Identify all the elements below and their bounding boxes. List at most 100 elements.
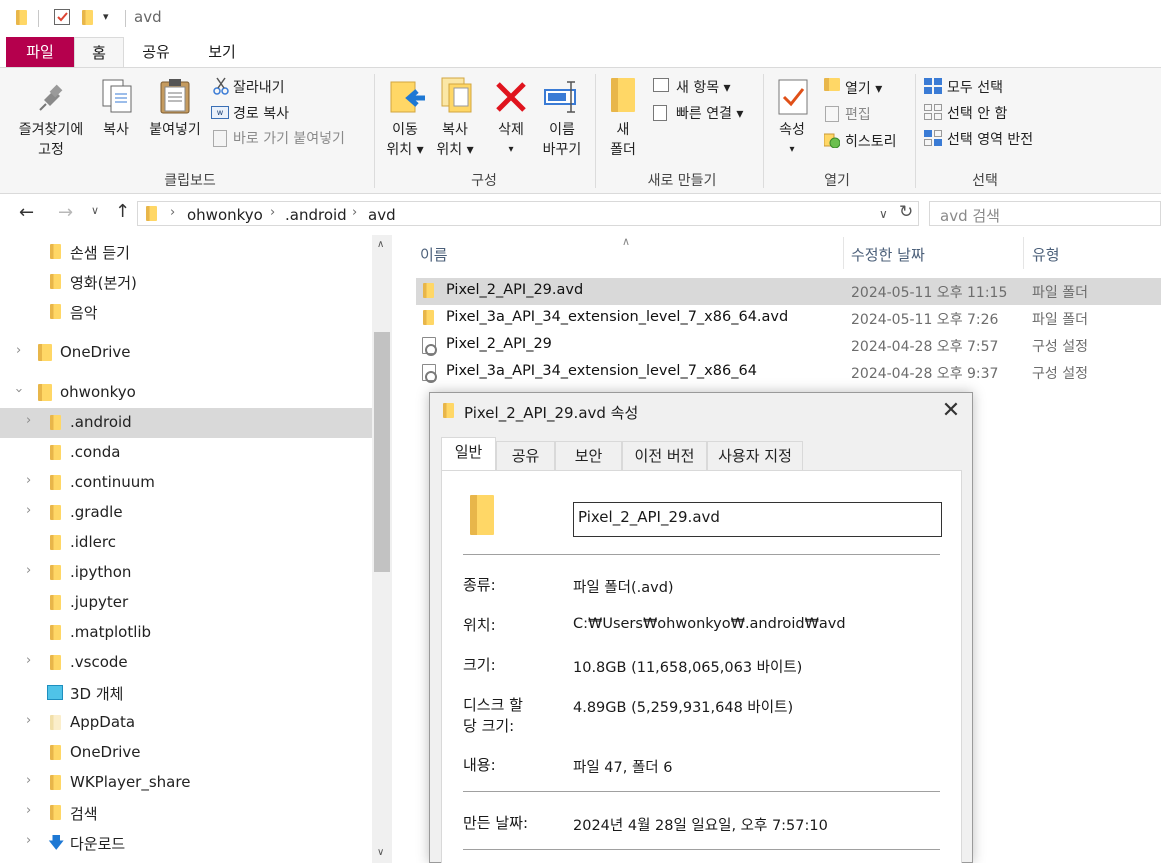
column-header-name[interactable]: 이름 [420, 244, 448, 265]
tab-customize[interactable]: 사용자 지정 [707, 441, 803, 470]
crumb-separator-icon: › [170, 205, 176, 220]
recent-locations-chevron-icon[interactable]: ∨ [91, 204, 99, 217]
address-dropdown-chevron-icon[interactable]: ∨ [879, 207, 888, 221]
nav-item-movies[interactable]: 영화(본거) [0, 267, 372, 297]
history-button[interactable]: 히스토리 [845, 131, 897, 151]
column-header-type[interactable]: 유형 [1032, 244, 1060, 265]
tab-view[interactable]: 보기 [188, 37, 256, 67]
nav-item-gradle[interactable]: › .gradle [0, 498, 372, 528]
nav-item-onedrive[interactable]: › OneDrive [0, 338, 372, 368]
expand-chevron-icon[interactable]: › [26, 713, 31, 728]
copy-button[interactable]: 복사 [96, 120, 136, 140]
select-all-button[interactable]: 모두 선택 [947, 77, 1003, 97]
properties-dropdown-icon[interactable]: ▾ [771, 140, 813, 160]
nav-item-label: 검색 [70, 805, 98, 823]
properties-quick-icon[interactable] [54, 9, 70, 25]
column-divider[interactable] [1023, 237, 1024, 269]
new-folder-button[interactable]: 새 폴더 [602, 120, 644, 160]
expand-chevron-icon[interactable]: › [26, 833, 31, 848]
nav-item-wkplayer-share[interactable]: › WKPlayer_share [0, 768, 372, 798]
breadcrumb-android[interactable]: .android [285, 206, 347, 224]
breadcrumb-avd[interactable]: avd [368, 206, 396, 224]
nav-item-ipython[interactable]: › .ipython [0, 558, 372, 588]
properties-button[interactable]: 속성 ▾ [771, 120, 813, 160]
nav-item-continuum[interactable]: › .continuum [0, 468, 372, 498]
nav-item-3d-objects[interactable]: 3D 개체 [0, 678, 372, 708]
invert-selection-icon [924, 130, 942, 150]
rename-button[interactable]: 이름 바꾸기 [534, 120, 590, 160]
move-to-button[interactable]: 이동 위치 ▾ [378, 120, 432, 160]
expand-chevron-icon[interactable]: › [26, 473, 31, 488]
folder-icon [50, 625, 61, 640]
expand-chevron-icon[interactable]: › [26, 563, 31, 578]
nav-scrollbar-thumb[interactable] [374, 332, 390, 572]
cut-button[interactable]: 잘라내기 [233, 77, 285, 97]
expand-chevron-icon[interactable]: › [26, 653, 31, 668]
folder-name-input[interactable]: Pixel_2_API_29.avd [573, 502, 942, 537]
column-header-modified[interactable]: 수정한 날짜 [851, 244, 925, 265]
nav-item-searches[interactable]: › 검색 [0, 798, 372, 828]
nav-item-idlerc[interactable]: .idlerc [0, 528, 372, 558]
forward-arrow-icon[interactable]: → [58, 202, 73, 223]
folder-icon [146, 206, 157, 221]
tab-previous-versions[interactable]: 이전 버전 [622, 441, 707, 470]
expand-chevron-icon[interactable]: › [16, 343, 21, 358]
nav-item-jupyter[interactable]: .jupyter [0, 588, 372, 618]
tab-file[interactable]: 파일 [6, 37, 74, 67]
nav-item-appdata[interactable]: › AppData [0, 708, 372, 738]
expand-chevron-icon[interactable]: › [26, 413, 31, 428]
expand-chevron-icon[interactable]: › [26, 803, 31, 818]
new-folder-quick-icon[interactable] [82, 10, 93, 25]
crumb-separator-icon[interactable]: › [352, 205, 357, 220]
scroll-up-icon[interactable]: ∧ [377, 239, 384, 250]
up-arrow-icon[interactable]: ↑ [115, 201, 130, 222]
delete-button[interactable]: 삭제 ▾ [490, 120, 532, 160]
paste-button[interactable]: 붙여넣기 [142, 120, 208, 140]
file-row[interactable]: Pixel_3a_API_34_extension_level_7_x86_64… [416, 359, 1161, 386]
nav-item-label: 음악 [70, 304, 98, 322]
select-none-button[interactable]: 선택 안 함 [947, 103, 1007, 123]
copy-icon [101, 78, 135, 118]
copy-to-button[interactable]: 복사 위치 ▾ [428, 120, 482, 160]
nav-item-conda[interactable]: .conda [0, 438, 372, 468]
invert-selection-button[interactable]: 선택 영역 반전 [947, 129, 1033, 149]
nav-item-onedrive-local[interactable]: OneDrive [0, 738, 372, 768]
file-row[interactable]: Pixel_2_API_29.avd 2024-05-11 오후 11:15 파… [416, 278, 1161, 305]
tab-security[interactable]: 보안 [555, 441, 622, 470]
easy-access-button[interactable]: 빠른 연결 ▾ [676, 103, 743, 123]
tab-share[interactable]: 공유 [124, 37, 188, 67]
expand-chevron-icon[interactable]: › [26, 773, 31, 788]
open-button[interactable]: 열기 ▾ [845, 78, 882, 98]
nav-item-label: 다운로드 [70, 835, 126, 853]
refresh-icon[interactable]: ↻ [899, 202, 913, 222]
nav-item-music[interactable]: 음악 [0, 297, 372, 327]
scroll-down-icon[interactable]: ∨ [377, 847, 384, 858]
crumb-separator-icon[interactable]: › [270, 205, 275, 220]
file-row[interactable]: Pixel_2_API_29 2024-04-28 오후 7:57 구성 설정 [416, 332, 1161, 359]
nav-item-vscode[interactable]: › .vscode [0, 648, 372, 678]
nav-item-downloads[interactable]: › 🡇 다운로드 [0, 828, 372, 858]
breadcrumb-ohwonkyo[interactable]: ohwonkyo [187, 206, 263, 224]
close-button[interactable]: ✕ [933, 397, 969, 427]
tab-home[interactable]: 홈 [74, 37, 124, 68]
column-divider[interactable] [843, 237, 844, 269]
paste-shortcut-button[interactable]: 바로 가기 붙여넣기 [233, 128, 345, 148]
collapse-chevron-icon[interactable]: › [11, 388, 26, 393]
nav-item-lecture[interactable]: 손샘 듣기 [0, 237, 372, 267]
nav-item-matplotlib[interactable]: .matplotlib [0, 618, 372, 648]
pin-to-quick-access-button[interactable]: 즐겨찾기에 고정 [8, 120, 94, 160]
expand-chevron-icon[interactable]: › [26, 503, 31, 518]
file-row[interactable]: Pixel_3a_API_34_extension_level_7_x86_64… [416, 305, 1161, 332]
customize-toolbar-icon[interactable]: ▾ [103, 10, 109, 23]
nav-item-android[interactable]: › .android [0, 408, 372, 438]
delete-dropdown-icon[interactable]: ▾ [490, 140, 532, 160]
search-input[interactable]: avd 검색 [929, 201, 1161, 226]
edit-button[interactable]: 편집 [845, 104, 871, 124]
copy-path-button[interactable]: 경로 복사 [233, 103, 289, 123]
tab-general[interactable]: 일반 [441, 437, 496, 471]
tab-sharing[interactable]: 공유 [496, 441, 555, 470]
address-bar[interactable]: › ohwonkyo › .android › avd ∨ [137, 201, 919, 226]
new-item-button[interactable]: 새 항목 ▾ [676, 77, 731, 97]
nav-item-user[interactable]: › ohwonkyo [0, 378, 372, 408]
back-arrow-icon[interactable]: ← [19, 202, 34, 223]
